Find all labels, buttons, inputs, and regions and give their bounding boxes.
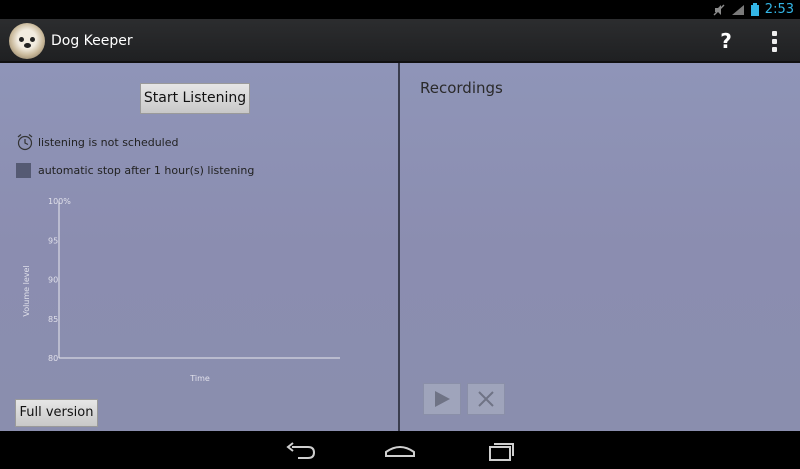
auto-stop-checkbox[interactable] xyxy=(16,163,31,178)
y-axis-label: Volume level xyxy=(22,265,31,316)
recent-apps-icon xyxy=(489,443,514,461)
schedule-status-row[interactable]: listening is not scheduled xyxy=(16,133,178,151)
back-button[interactable] xyxy=(272,435,332,465)
recent-apps-button[interactable] xyxy=(470,435,530,465)
alarm-clock-icon xyxy=(17,134,33,151)
auto-stop-row[interactable]: automatic stop after 1 hour(s) listening xyxy=(16,163,254,178)
home-button[interactable] xyxy=(370,435,430,465)
main-content: Start Listening listening is not schedul… xyxy=(0,63,800,431)
full-version-button[interactable]: Full version xyxy=(15,399,98,427)
status-bar: 2:53 xyxy=(0,0,800,19)
recordings-title: Recordings xyxy=(420,79,503,97)
dog-face-icon[interactable] xyxy=(9,23,45,59)
signal-icon xyxy=(731,4,744,15)
play-icon xyxy=(435,391,450,407)
battery-icon xyxy=(750,3,759,16)
help-button[interactable]: ? xyxy=(712,25,740,57)
schedule-status-text: listening is not scheduled xyxy=(38,135,179,149)
y-tick-label: 90 xyxy=(48,276,58,285)
status-time: 2:53 xyxy=(764,2,794,17)
y-tick-label: 85 xyxy=(48,315,58,324)
mute-icon xyxy=(713,4,725,15)
panel-divider xyxy=(398,63,400,431)
y-tick-label: 80 xyxy=(48,354,58,363)
action-bar: Dog Keeper ? xyxy=(0,19,800,63)
x-axis-label: Time xyxy=(189,374,210,383)
app-title: Dog Keeper xyxy=(51,33,133,49)
y-tick-label: 95 xyxy=(48,236,58,245)
close-icon xyxy=(478,391,494,407)
volume-chart: 100% 95 90 85 80 Volume level Time xyxy=(22,197,340,383)
overflow-menu-icon[interactable] xyxy=(762,27,786,55)
start-listening-button[interactable]: Start Listening xyxy=(140,83,250,114)
play-button[interactable] xyxy=(423,383,461,415)
navigation-bar xyxy=(0,431,800,469)
status-icons: 2:53 xyxy=(713,0,794,19)
home-icon xyxy=(385,446,415,457)
delete-button[interactable] xyxy=(467,383,505,415)
y-tick-label: 100% xyxy=(48,197,71,206)
y-tick-labels: 100% 95 90 85 80 xyxy=(48,197,71,363)
back-icon xyxy=(286,442,316,459)
auto-stop-label: automatic stop after 1 hour(s) listening xyxy=(38,164,255,177)
